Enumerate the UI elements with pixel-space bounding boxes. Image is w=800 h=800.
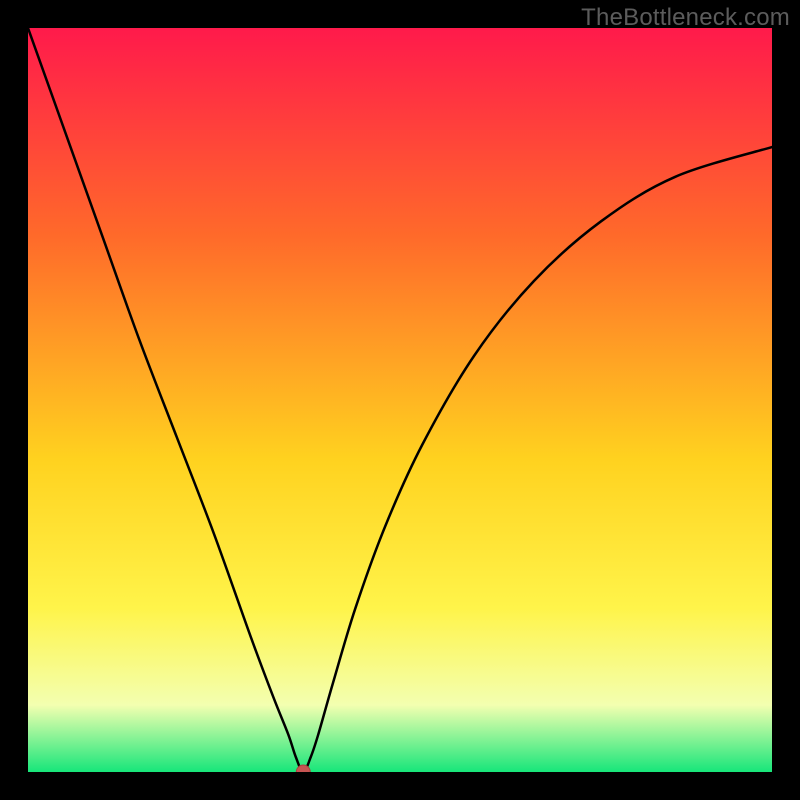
gradient-background [28, 28, 772, 772]
chart-svg [28, 28, 772, 772]
chart-frame: TheBottleneck.com [0, 0, 800, 800]
watermark-text: TheBottleneck.com [581, 4, 790, 32]
plot-area [28, 28, 772, 772]
